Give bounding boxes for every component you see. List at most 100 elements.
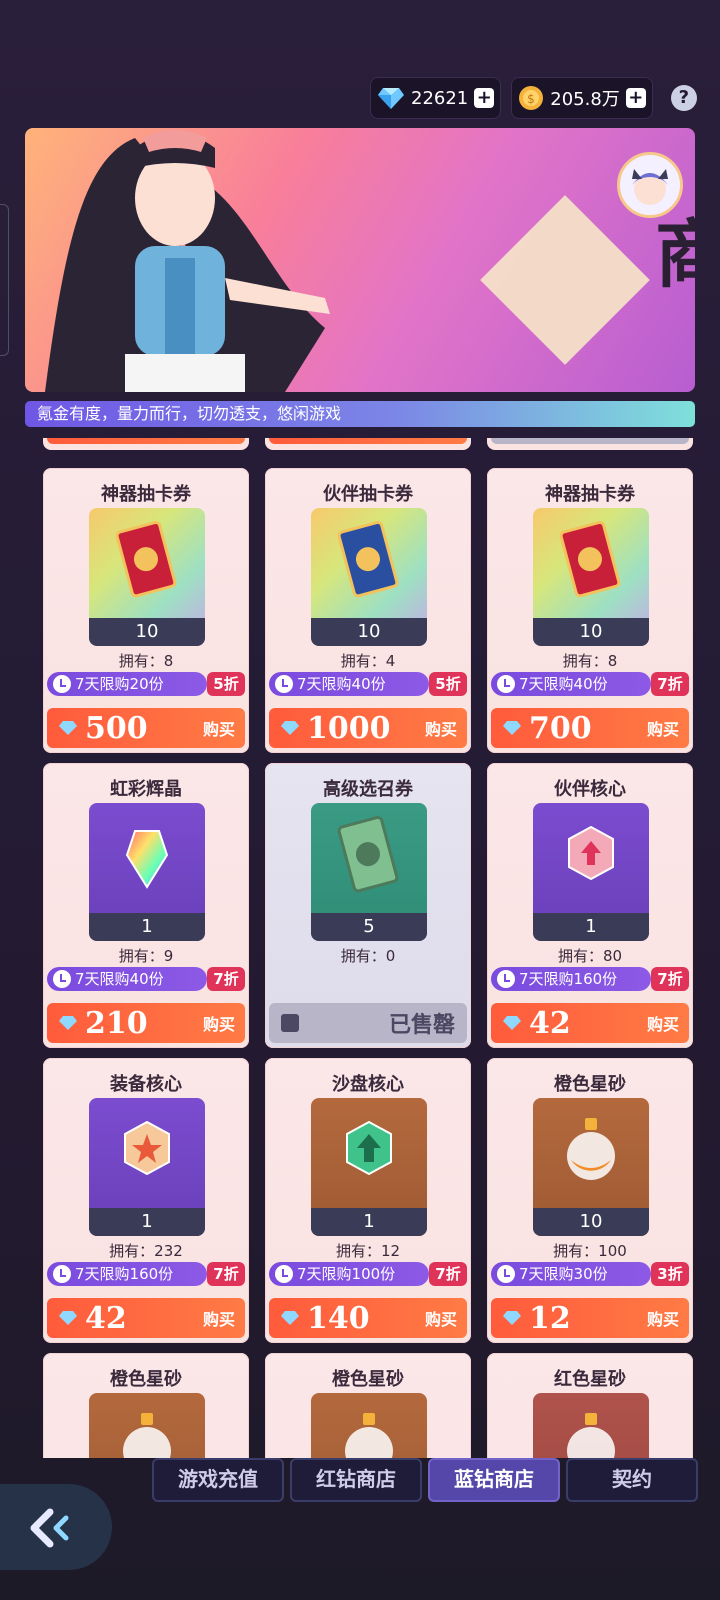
item-price: 1000 (307, 710, 391, 746)
partial-card[interactable] (43, 438, 249, 450)
shop-title-char-1: 商 (655, 212, 695, 298)
shop-item-card[interactable]: 橙色星砂 10 拥有：100 7天限购30份 3折 12 购买 (487, 1058, 693, 1343)
mascot-avatar[interactable] (617, 152, 683, 218)
buy-label: 购买 (202, 720, 235, 739)
discount-badge: 7折 (651, 967, 689, 991)
item-price: 12 (529, 1300, 571, 1336)
clock-icon (53, 970, 71, 988)
shop-item-card[interactable]: 沙盘核心 1 拥有：12 7天限购100份 7折 140 购买 (265, 1058, 471, 1343)
tab-red-diamond-shop[interactable]: 红钻商店 (290, 1458, 422, 1502)
buy-button[interactable]: 140 购买 (269, 1298, 467, 1338)
item-name: 红色星砂 (554, 1369, 626, 1390)
item-qty: 1 (311, 1208, 427, 1236)
item-art (89, 1393, 205, 1458)
buy-label: 购买 (646, 720, 679, 739)
limit-text: 7天限购20份 (75, 675, 164, 693)
purchase-limit: 7天限购40份 (269, 672, 429, 696)
purchase-limit: 7天限购160份 (491, 967, 651, 991)
star-core-icon (124, 1120, 170, 1176)
partial-row (43, 438, 693, 450)
item-art: 1 (89, 803, 205, 941)
item-art: 10 (89, 508, 205, 646)
clock-icon (53, 1265, 71, 1283)
diamond-balance: 22621 + (370, 77, 502, 119)
tab-recharge[interactable]: 游戏充值 (152, 1458, 284, 1502)
buy-button[interactable]: 42 购买 (491, 1003, 689, 1043)
tab-contract[interactable]: 契约 (566, 1458, 698, 1502)
purchase-limit: 7天限购20份 (47, 672, 207, 696)
clock-icon (275, 675, 293, 693)
gold-value: 205.8万 (550, 89, 620, 110)
banner-slogan: 氪金有度，量力而行，切勿透支，悠闲游戏 (25, 401, 695, 427)
item-price: 700 (529, 710, 592, 746)
buy-button[interactable]: 700 购买 (491, 708, 689, 748)
diamond-icon (59, 721, 77, 735)
item-owned: 拥有：9 (118, 947, 174, 965)
buy-button[interactable]: 210 购买 (47, 1003, 245, 1043)
item-price: 210 (85, 1005, 148, 1041)
red-card-icon (115, 520, 177, 598)
item-owned: 拥有：80 (557, 947, 623, 965)
back-button[interactable] (0, 1484, 112, 1570)
sand-bottle-icon (567, 1413, 615, 1458)
purchase-limit: 7天限购40份 (47, 967, 207, 991)
item-name: 装备核心 (110, 1074, 182, 1095)
item-name: 高级选召券 (323, 779, 413, 800)
discount-badge: 5折 (429, 672, 467, 696)
help-button[interactable]: ? (670, 85, 697, 111)
buy-label: 购买 (202, 1015, 235, 1034)
shop-item-card[interactable]: 装备核心 1 拥有：232 7天限购160份 7折 42 购买 (43, 1058, 249, 1343)
shop-tabs: 游戏充值 红钻商店 蓝钻商店 契约 (152, 1458, 698, 1502)
partial-card (487, 438, 693, 450)
tab-blue-diamond-shop[interactable]: 蓝钻商店 (428, 1458, 560, 1502)
buy-label: 购买 (424, 720, 457, 739)
partial-card[interactable] (265, 438, 471, 450)
item-price: 500 (85, 710, 148, 746)
sand-bottle-icon (567, 1118, 615, 1180)
clock-icon (497, 1265, 515, 1283)
buy-button[interactable]: 500 购买 (47, 708, 245, 748)
item-name: 神器抽卡券 (101, 484, 191, 505)
discount-badge: 3折 (651, 1262, 689, 1286)
sand-bottle-icon (123, 1413, 171, 1458)
item-qty: 10 (533, 1208, 649, 1236)
buy-button[interactable]: 12 购买 (491, 1298, 689, 1338)
item-art: 10 (311, 508, 427, 646)
shop-item-card[interactable]: 神器抽卡券 10 拥有：8 7天限购20份 5折 500 购买 (43, 468, 249, 753)
red-card-icon (559, 520, 621, 598)
item-art: 10 (533, 508, 649, 646)
shop-item-card[interactable]: 橙色星砂 (43, 1353, 249, 1458)
item-qty: 10 (89, 618, 205, 646)
add-gold-button[interactable]: + (625, 88, 646, 108)
item-price: 140 (307, 1300, 370, 1336)
clock-icon (497, 970, 515, 988)
shop-item-card[interactable]: 虹彩辉晶 1 拥有：9 7天限购40份 7折 210 购买 (43, 763, 249, 1048)
buy-button[interactable]: 42 购买 (47, 1298, 245, 1338)
limit-text: 7天限购40份 (297, 675, 386, 693)
item-art: 1 (533, 803, 649, 941)
diamond-icon (378, 88, 404, 109)
shop-banner: 商 城 (25, 128, 695, 392)
character-illustration (45, 130, 330, 392)
shop-item-card[interactable]: 橙色星砂 (265, 1353, 471, 1458)
add-diamond-button[interactable]: + (474, 88, 495, 108)
limit-text: 7天限购100份 (297, 1265, 396, 1283)
diamond-icon (59, 1016, 77, 1030)
item-owned: 拥有：8 (562, 652, 618, 670)
shop-row: 橙色星砂 橙色星砂 红色星砂 (43, 1353, 693, 1458)
item-name: 伙伴抽卡券 (323, 484, 413, 505)
shop-row: 装备核心 1 拥有：232 7天限购160份 7折 42 购买 沙盘核心 1 拥… (43, 1058, 693, 1343)
green-core-icon (346, 1120, 392, 1176)
currency-bar: 22621 + $ 205.8万 + ? (370, 76, 706, 120)
discount-badge: 7折 (207, 1262, 245, 1286)
shop-item-card[interactable]: 伙伴抽卡券 10 拥有：4 7天限购40份 5折 1000 购买 (265, 468, 471, 753)
discount-badge: 7折 (207, 967, 245, 991)
buy-label: 购买 (424, 1310, 457, 1329)
shop-item-card[interactable]: 神器抽卡券 10 拥有：8 7天限购40份 7折 700 购买 (487, 468, 693, 753)
shop-item-card[interactable]: 伙伴核心 1 拥有：80 7天限购160份 7折 42 购买 (487, 763, 693, 1048)
sand-bottle-icon (345, 1413, 393, 1458)
limit-text: 7天限购160份 (75, 1265, 174, 1283)
buy-button[interactable]: 1000 购买 (269, 708, 467, 748)
shop-item-card[interactable]: 红色星砂 (487, 1353, 693, 1458)
discount-badge: 5折 (207, 672, 245, 696)
